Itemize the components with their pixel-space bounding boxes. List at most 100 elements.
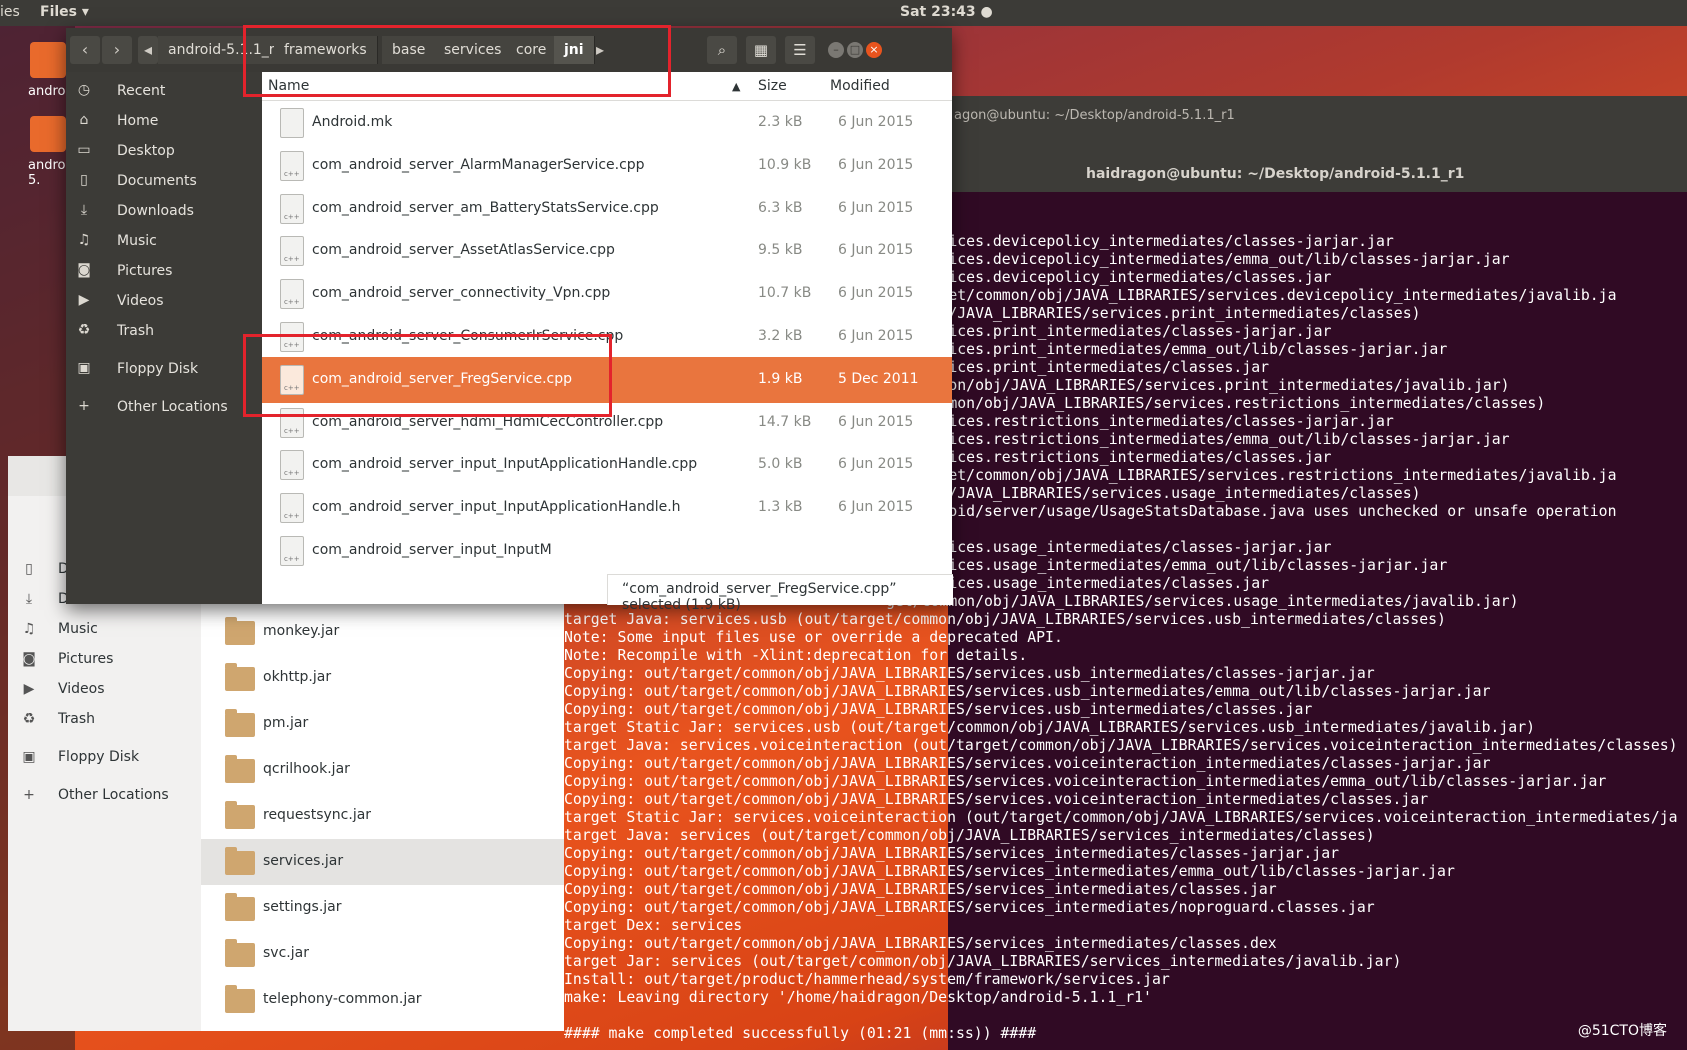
file-row[interactable]: pm.jar: [201, 701, 564, 747]
video-icon: ▶: [78, 292, 90, 308]
file-size: 2.3 kB: [758, 114, 803, 130]
terminal-line: Copying: out/target/common/obj/JAVA_LIBR…: [564, 899, 1375, 916]
sidebar-item-pictures[interactable]: ◙ Pictures: [8, 644, 201, 676]
folder-icon[interactable]: [30, 42, 66, 78]
sidebar-item-music[interactable]: ♫ Music: [8, 614, 201, 646]
file-row[interactable]: com_android_server_AssetAtlasService.cpp…: [262, 228, 952, 274]
clock[interactable]: Sat 23:43 ●: [900, 4, 993, 20]
file-modified: 6 Jun 2015: [838, 456, 914, 473]
file-row[interactable]: svc.jar: [201, 931, 564, 977]
column-size[interactable]: Size: [758, 78, 787, 94]
archive-folder-icon: [225, 801, 255, 829]
file-name: qcrilhook.jar: [263, 761, 350, 777]
sidebar-item-label: Floppy Disk: [58, 749, 140, 765]
forward-button[interactable]: ›: [102, 36, 132, 64]
text-file-icon: [280, 108, 304, 138]
sidebar-item-label: Documents: [117, 173, 197, 189]
file-row[interactable]: services.jar: [201, 839, 564, 885]
terminal-window-back[interactable]: agon@ubuntu: ~/Desktop/android-5.1.1_r1: [948, 96, 1687, 156]
file-size: 1.3 kB: [758, 499, 803, 516]
sidebar-item-desktop[interactable]: ▭ Desktop: [66, 136, 262, 168]
file-row[interactable]: com_android_server_input_InputApplicatio…: [262, 442, 952, 488]
close-button[interactable]: ×: [866, 42, 882, 58]
sidebar-item-pictures[interactable]: ◙ Pictures: [66, 256, 262, 288]
cpp-file-icon: [280, 279, 304, 310]
file-modified: 6 Jun 2015: [838, 242, 914, 259]
file-row[interactable]: com_android_server_AlarmManagerService.c…: [262, 143, 952, 189]
sidebar-item-label: Videos: [58, 681, 105, 697]
file-modified: 5 Dec 2011: [838, 370, 919, 387]
terminal-titlebar[interactable]: haidragon@ubuntu: ~/Desktop/android-5.1.…: [948, 156, 1687, 192]
terminal-line: Copying: out/target/common/obj/JAVA_LIBR…: [564, 791, 1429, 808]
app-menu[interactable]: Files ▾: [40, 4, 89, 20]
sidebar-item-label: Downloads: [117, 203, 194, 219]
terminal-line: Copying: out/target/common/obj/JAVA_LIBR…: [564, 701, 1313, 718]
download-icon: ⤓: [80, 202, 88, 218]
file-row[interactable]: com_android_server_am_BatteryStatsServic…: [262, 186, 952, 232]
file-name: pm.jar: [263, 715, 309, 731]
search-button[interactable]: ⌕: [707, 36, 737, 64]
sidebar-item-videos[interactable]: ▶ Videos: [66, 286, 262, 318]
maximize-button[interactable]: □: [847, 42, 863, 58]
top-panel: ies Files ▾ Sat 23:43 ●: [0, 0, 1687, 26]
sidebar-item-label: Other Locations: [117, 399, 228, 415]
file-row[interactable]: Android.mk 2.3 kB 6 Jun 2015: [262, 100, 952, 146]
activities-label[interactable]: ies: [0, 4, 20, 20]
floppy-icon: ▣: [77, 360, 91, 376]
terminal-line: target Java: services.usb (out/target/co…: [564, 611, 1446, 628]
column-modified[interactable]: Modified: [830, 78, 890, 94]
back-button[interactable]: ‹: [70, 36, 100, 64]
terminal-line: Copying: out/target/common/obj/JAVA_LIBR…: [564, 863, 1455, 880]
file-name: com_android_server_AssetAtlasService.cpp: [312, 242, 615, 259]
file-row[interactable]: qcrilhook.jar: [201, 747, 564, 793]
floppy-icon: ▣: [22, 749, 36, 765]
menu-button[interactable]: ☰: [785, 36, 815, 64]
file-modified: 6 Jun 2015: [838, 413, 914, 430]
sidebar-item-other-locations[interactable]: + Other Locations: [8, 780, 201, 812]
sidebar-item-floppy-disk[interactable]: ▣ Floppy Disk: [66, 354, 262, 386]
file-row[interactable]: com_android_server_connectivity_Vpn.cpp 1…: [262, 271, 952, 317]
sidebar-item-label: Videos: [117, 293, 164, 309]
archive-folder-icon: [225, 617, 255, 645]
sidebar-item-downloads[interactable]: ⤓ Downloads: [66, 196, 262, 228]
file-row[interactable]: monkey.jar: [201, 609, 564, 655]
terminal-line: Copying: out/target/common/obj/JAVA_LIBR…: [564, 881, 1277, 898]
sidebar-item-other-locations[interactable]: + Other Locations: [66, 392, 262, 424]
terminal-line: target Java: services.voiceinteraction (…: [564, 737, 1678, 754]
file-row[interactable]: okhttp.jar: [201, 655, 564, 701]
download-icon: ⤓: [25, 591, 33, 607]
annotation-box-selected-file: [243, 334, 612, 417]
file-size: 1.9 kB: [758, 370, 803, 387]
file-row[interactable]: settings.jar: [201, 885, 564, 931]
minimize-button[interactable]: –: [828, 42, 844, 58]
file-row[interactable]: com_android_server_input_InputM: [262, 528, 952, 574]
sidebar-item-label: Trash: [117, 323, 154, 339]
status-bar: “com_android_server_FregService.cpp” sel…: [607, 574, 953, 613]
file-row[interactable]: requestsync.jar: [201, 793, 564, 839]
file-row[interactable]: com_android_server_input_InputApplicatio…: [262, 485, 952, 531]
sidebar-item-recent[interactable]: ◷ Recent: [66, 76, 262, 108]
sidebar-item-floppy-disk[interactable]: ▣ Floppy Disk: [8, 742, 201, 774]
file-name: com_android_server_connectivity_Vpn.cpp: [312, 285, 611, 302]
sidebar-item-trash[interactable]: ♻ Trash: [66, 316, 262, 348]
sidebar-item-trash[interactable]: ♻ Trash: [8, 704, 201, 736]
file-row[interactable]: telephony-common.jar: [201, 977, 564, 1023]
sidebar-item-videos[interactable]: ▶ Videos: [8, 674, 201, 706]
file-size: 3.2 kB: [758, 328, 803, 344]
sidebar-item-home[interactable]: ⌂ Home: [66, 106, 262, 138]
terminal-line: Install: out/target/product/hammerhead/s…: [564, 971, 1170, 988]
sidebar-item-documents[interactable]: ▯ Documents: [66, 166, 262, 198]
sidebar-item-label: Home: [117, 113, 159, 129]
sidebar: ◷ Recent ⌂ Home ▭ Desktop ▯ Documents ⤓ Downloads…: [66, 72, 262, 604]
sidebar-item-music[interactable]: ♫ Music: [66, 226, 262, 258]
file-manager-window[interactable]: ‹ › ◂ android-5.1.1_r1 frameworks base serv…: [66, 28, 953, 613]
view-toggle-button[interactable]: ▦: [746, 36, 776, 64]
archive-folder-icon: [225, 939, 255, 967]
sort-arrow-icon[interactable]: ▲: [732, 80, 740, 93]
folder-icon[interactable]: [30, 116, 66, 152]
home-icon: ⌂: [79, 112, 89, 128]
clock-icon: ◷: [77, 82, 91, 98]
breadcrumb-left-arrow[interactable]: ◂: [138, 36, 158, 64]
annotation-box-breadcrumb: [243, 25, 671, 97]
